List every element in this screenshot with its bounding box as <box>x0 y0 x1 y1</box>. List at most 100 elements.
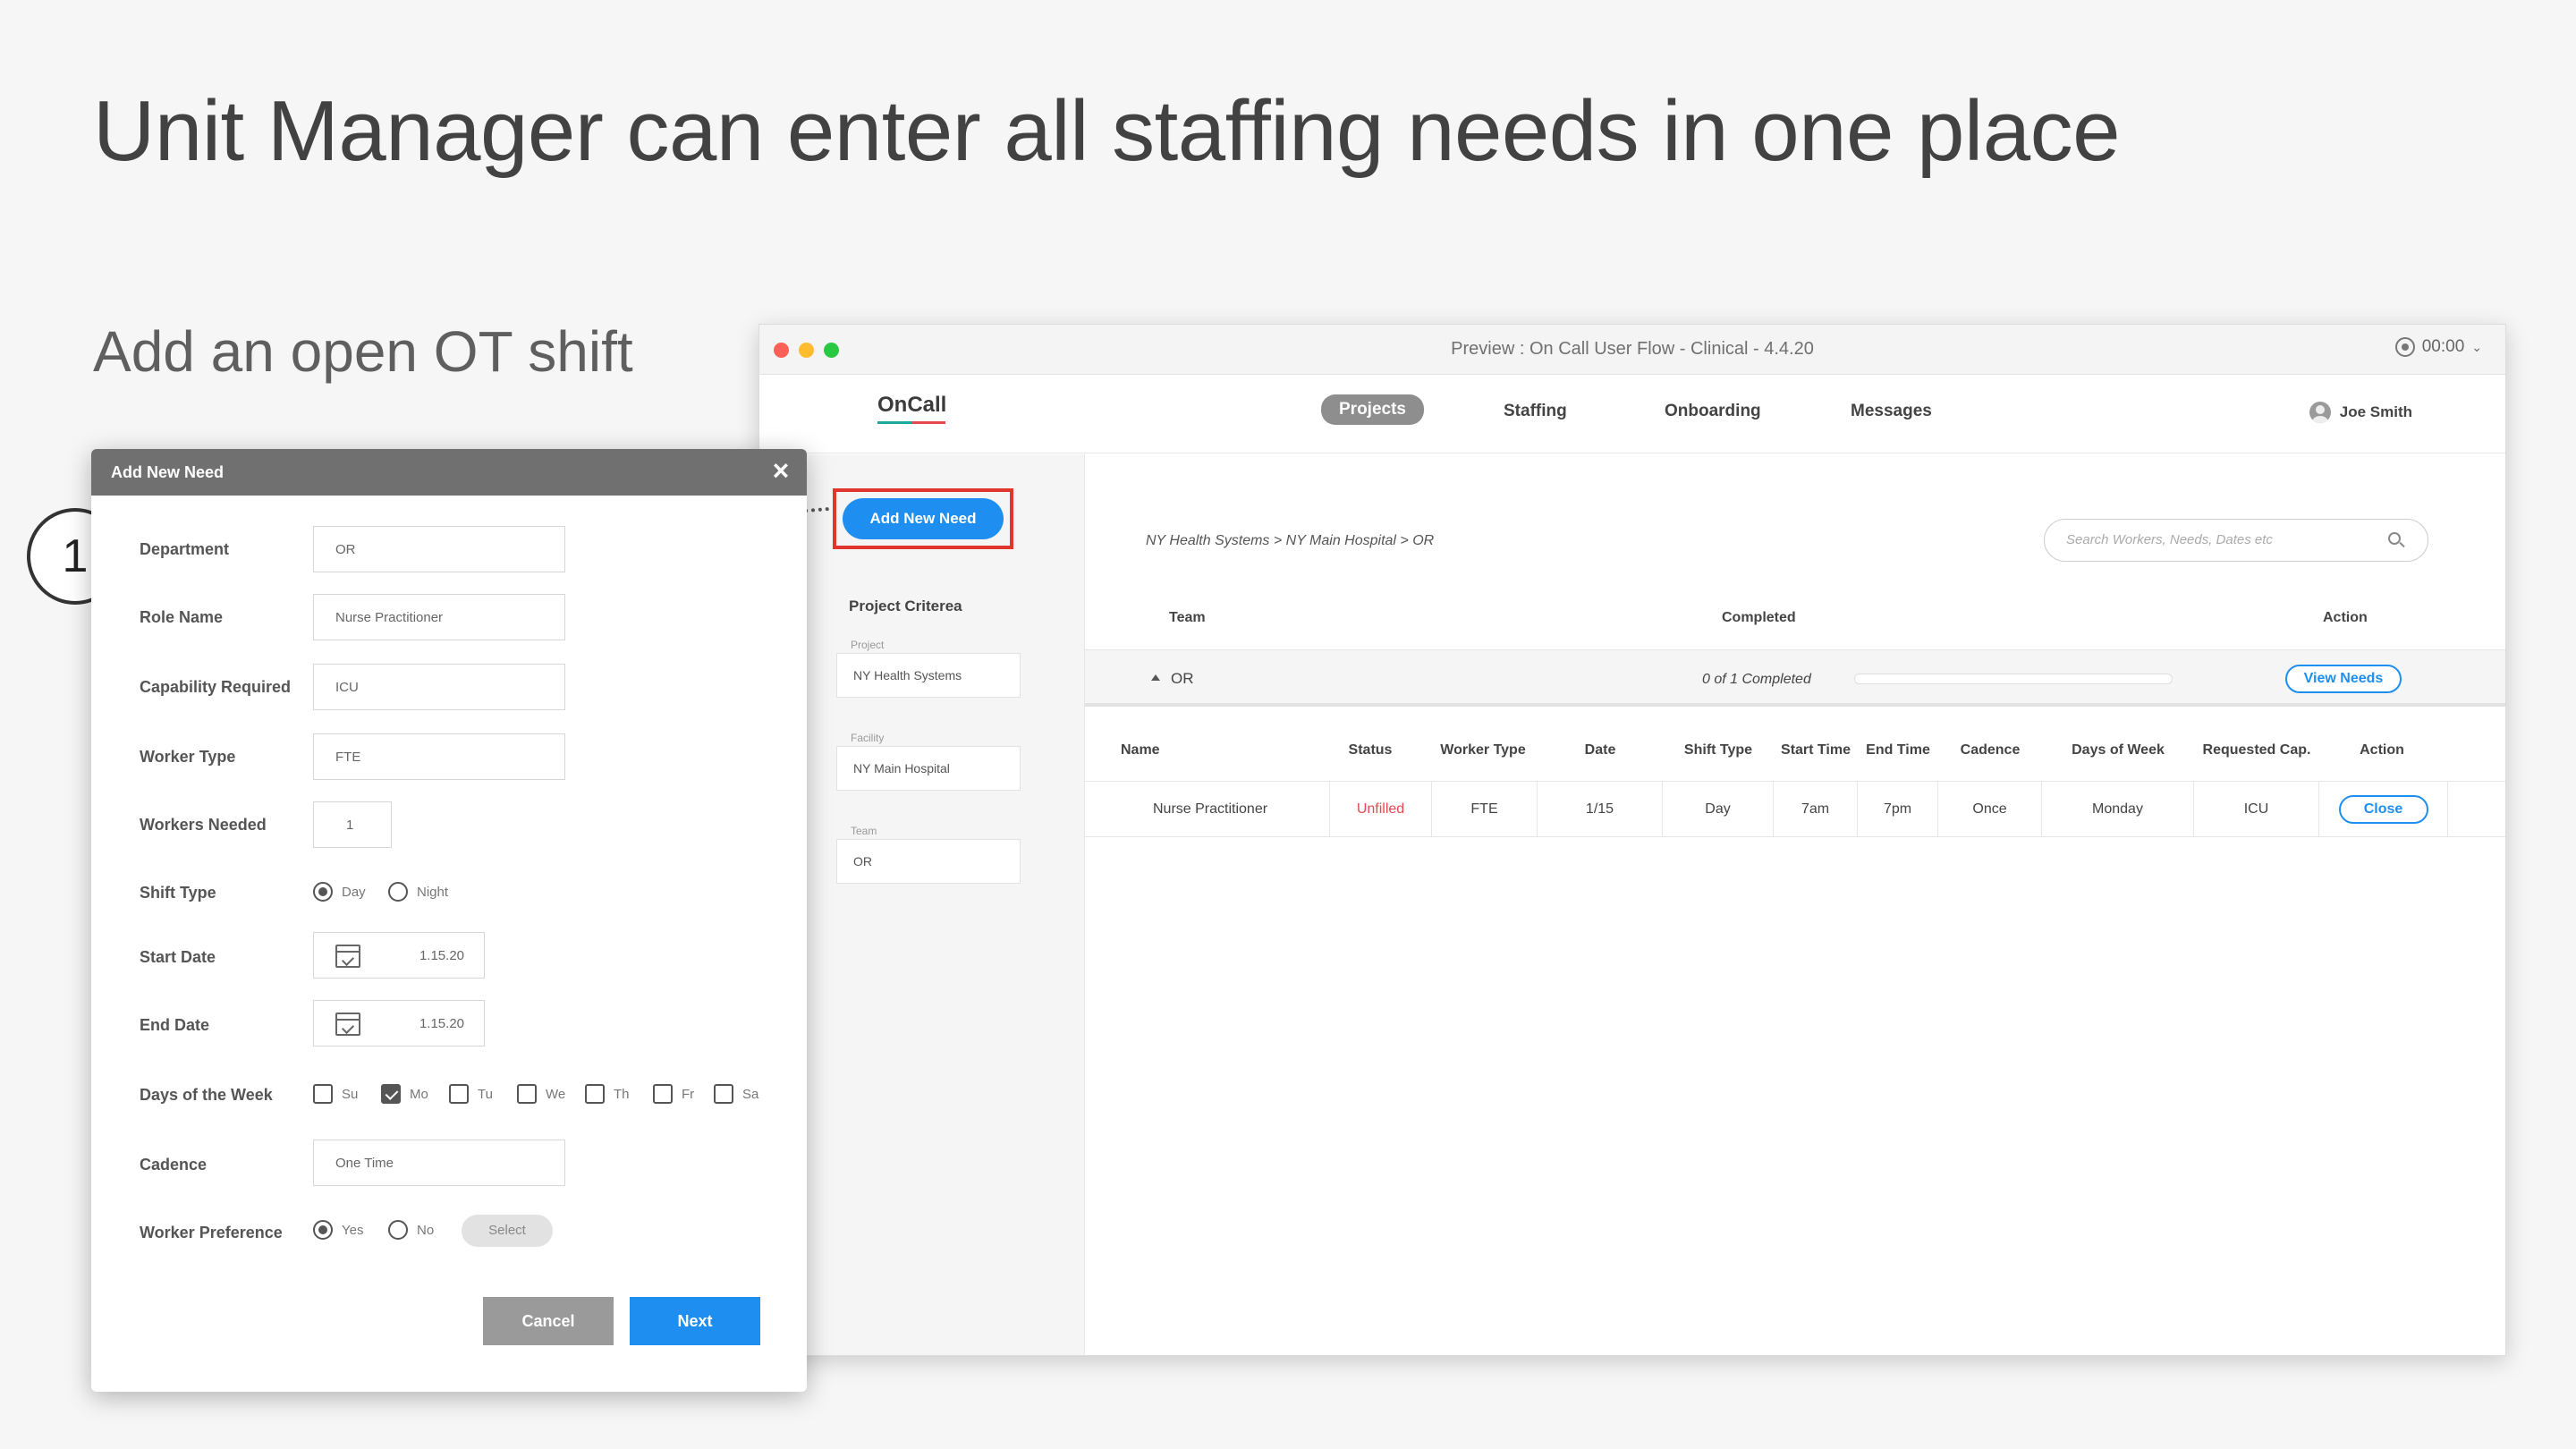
team-row[interactable]: OR 0 of 1 Completed View Needs <box>1085 649 2505 707</box>
team-row-name[interactable]: OR <box>1151 670 1194 688</box>
select-worker-button[interactable]: Select <box>462 1215 553 1247</box>
calendar-icon[interactable] <box>335 1013 360 1036</box>
department-field[interactable]: OR <box>313 526 565 572</box>
chevron-down-icon: ⌄ <box>2471 339 2482 354</box>
col-start-time: Start Time <box>1781 741 1851 758</box>
capability-field[interactable]: ICU <box>313 664 565 710</box>
clock-display[interactable]: 00:00 ⌄ <box>2394 337 2482 357</box>
next-button[interactable]: Next <box>630 1297 760 1345</box>
oncall-logo[interactable]: OnCall <box>877 393 946 418</box>
col-cadence: Cadence <box>1960 741 2021 758</box>
day-checkbox-mo[interactable]: Mo <box>381 1084 428 1104</box>
table-row[interactable]: Nurse Practitioner Unfilled FTE 1/15 Day… <box>1085 782 2505 837</box>
start-date-value: 1.15.20 <box>419 948 464 963</box>
day-label: Fr <box>682 1086 695 1102</box>
top-nav: OnCall Projects Staffing Onboarding Mess… <box>759 375 2505 453</box>
day-checkbox-sa[interactable]: Sa <box>714 1084 758 1104</box>
shift-day-label: Day <box>342 884 366 900</box>
completed-header: Completed <box>1722 610 1796 625</box>
radio-selected-icon <box>313 1220 333 1240</box>
facility-label: Facility <box>851 732 885 744</box>
shift-type-label: Shift Type <box>140 884 216 902</box>
days-of-week-label: Days of the Week <box>140 1086 273 1104</box>
preference-no-radio[interactable]: No <box>388 1220 434 1240</box>
day-checkbox-fr[interactable]: Fr <box>653 1084 694 1104</box>
day-checkbox-th[interactable]: Th <box>585 1084 630 1104</box>
preference-no-label: No <box>417 1222 435 1238</box>
close-need-button[interactable]: Close <box>2338 794 2428 824</box>
facility-field[interactable]: NY Main Hospital <box>836 746 1021 791</box>
project-field[interactable]: NY Health Systems <box>836 653 1021 698</box>
start-date-picker[interactable]: 1.15.20 <box>313 932 485 979</box>
shift-night-radio[interactable]: Night <box>388 882 448 902</box>
view-needs-button[interactable]: View Needs <box>2285 665 2402 693</box>
nav-staffing[interactable]: Staffing <box>1504 402 1567 421</box>
workers-needed-field[interactable]: 1 <box>313 801 392 848</box>
role-name-field[interactable]: Nurse Practitioner <box>313 594 565 640</box>
window-title: Preview : On Call User Flow - Clinical -… <box>1451 339 1814 359</box>
modal-title: Add New Need <box>111 463 225 481</box>
preference-yes-label: Yes <box>342 1222 364 1238</box>
checkbox-icon <box>653 1084 673 1104</box>
cancel-button[interactable]: Cancel <box>483 1297 614 1345</box>
project-sidebar: Add New Need Project Criterea Project NY… <box>759 454 1085 1355</box>
shift-night-label: Night <box>417 884 449 900</box>
modal-header: Add New Need × <box>91 449 807 496</box>
day-label: Mo <box>410 1086 428 1102</box>
cadence-label: Cadence <box>140 1156 208 1174</box>
capability-label: Capability Required <box>140 678 292 696</box>
breadcrumb: NY Health Systems > NY Main Hospital > O… <box>1146 533 1435 548</box>
radio-selected-icon <box>313 882 333 902</box>
add-new-need-highlight: Add New Need <box>833 488 1013 549</box>
col-name: Name <box>1121 741 1160 758</box>
cell-requested-cap: ICU <box>2194 782 2319 836</box>
user-avatar-icon <box>2309 402 2331 423</box>
radio-unselected-icon <box>388 1220 408 1240</box>
action-header: Action <box>2323 610 2368 625</box>
add-new-need-modal: Add New Need × Department OR Role Name N… <box>91 449 807 1392</box>
shift-day-radio[interactable]: Day <box>313 882 366 902</box>
collapse-caret-icon[interactable] <box>1151 674 1160 682</box>
col-end-time: End Time <box>1866 741 1930 758</box>
clock-text: 00:00 <box>2421 337 2465 356</box>
end-date-picker[interactable]: 1.15.20 <box>313 1000 485 1046</box>
team-label: Team <box>851 825 877 837</box>
checkbox-checked-icon <box>381 1084 401 1104</box>
radio-unselected-icon <box>388 882 408 902</box>
worker-type-label: Worker Type <box>140 748 236 766</box>
day-checkbox-tu[interactable]: Tu <box>449 1084 493 1104</box>
end-date-value: 1.15.20 <box>419 1016 464 1031</box>
criteria-title: Project Criterea <box>849 597 962 614</box>
day-checkbox-we[interactable]: We <box>517 1084 565 1104</box>
day-label: Tu <box>478 1086 493 1102</box>
user-name: Joe Smith <box>2339 403 2412 420</box>
add-new-need-button[interactable]: Add New Need <box>843 498 1004 539</box>
cadence-field[interactable]: One Time <box>313 1140 565 1186</box>
search-input[interactable]: Search Workers, Needs, Dates etc <box>2044 519 2428 562</box>
search-icon[interactable] <box>2388 532 2401 545</box>
preference-yes-radio[interactable]: Yes <box>313 1220 363 1240</box>
worker-type-field[interactable]: FTE <box>313 733 565 780</box>
nav-projects[interactable]: Projects <box>1321 394 1424 425</box>
nav-onboarding[interactable]: Onboarding <box>1665 402 1761 421</box>
record-icon <box>2394 337 2415 357</box>
checkbox-icon <box>714 1084 733 1104</box>
nav-messages[interactable]: Messages <box>1851 402 1932 421</box>
day-label: Sa <box>742 1086 759 1102</box>
team-header: Team <box>1169 610 1206 625</box>
day-label: We <box>546 1086 566 1102</box>
slide-title: Unit Manager can enter all staffing need… <box>93 83 2121 179</box>
team-field[interactable]: OR <box>836 839 1021 884</box>
day-checkbox-su[interactable]: Su <box>313 1084 358 1104</box>
col-worker-type: Worker Type <box>1440 741 1526 758</box>
close-icon[interactable]: × <box>767 456 794 485</box>
role-name-label: Role Name <box>140 608 224 626</box>
col-requested-cap: Requested Cap. <box>2202 741 2311 758</box>
user-menu[interactable]: Joe Smith <box>2309 402 2412 423</box>
col-date: Date <box>1584 741 1616 758</box>
calendar-icon[interactable] <box>335 945 360 968</box>
search-placeholder: Search Workers, Needs, Dates etc <box>2066 532 2273 547</box>
cell-end-time: 7pm <box>1858 782 1938 836</box>
cell-cadence: Once <box>1938 782 2042 836</box>
workers-needed-label: Workers Needed <box>140 816 267 834</box>
